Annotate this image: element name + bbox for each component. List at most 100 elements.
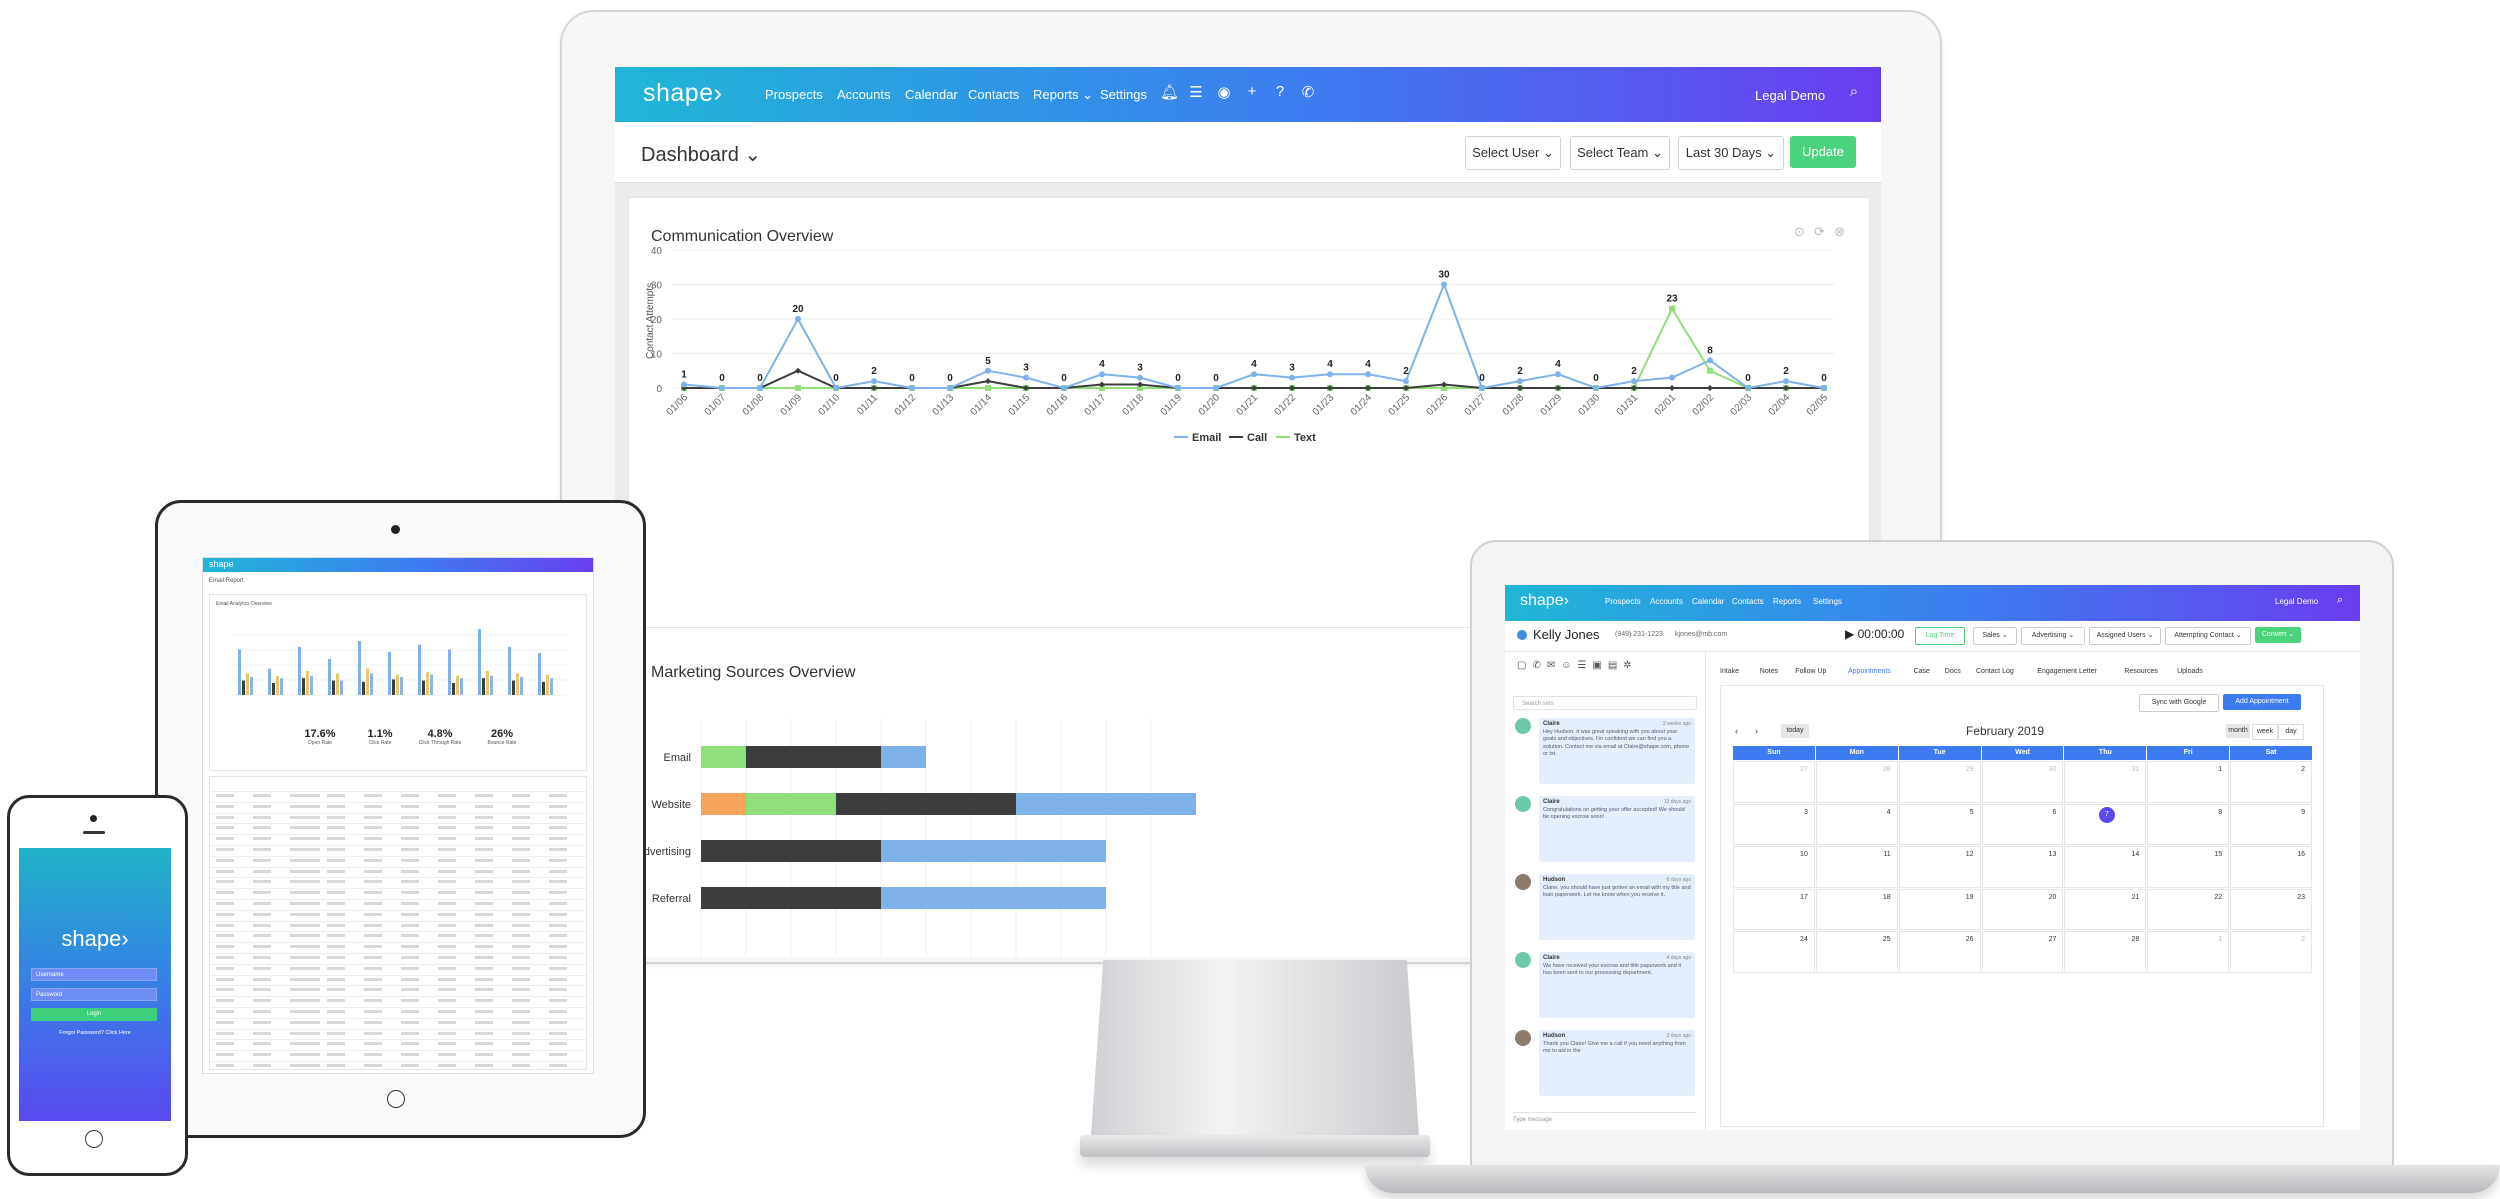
- convert-button[interactable]: Convert ⌄: [2255, 627, 2301, 643]
- next-month-icon[interactable]: ›: [1755, 726, 1758, 736]
- forgot-password-link[interactable]: Forgot Password? Click Here: [19, 1030, 171, 1036]
- calendar-day-cell[interactable]: 31: [2064, 761, 2146, 803]
- nav-contacts[interactable]: Contacts: [968, 87, 1019, 102]
- username-field[interactable]: Username: [31, 968, 157, 981]
- calendar-day-cell[interactable]: 25: [1816, 931, 1898, 973]
- table-row[interactable]: [210, 856, 586, 857]
- tab-intake[interactable]: Intake: [1720, 668, 1739, 675]
- assigned-users-dropdown[interactable]: Assigned Users ⌄: [2089, 627, 2161, 645]
- calendar-day-cell[interactable]: 19: [1899, 889, 1981, 931]
- table-row[interactable]: [210, 813, 586, 814]
- laptop-account-name[interactable]: Legal Demo: [2275, 597, 2318, 606]
- calendar-day-cell[interactable]: 20: [1982, 889, 2064, 931]
- brand-logo[interactable]: shape›: [643, 79, 722, 108]
- tab-notes[interactable]: Notes: [1760, 668, 1778, 675]
- source-dropdown[interactable]: Advertising ⌄: [2021, 627, 2085, 645]
- calendar-day-cell[interactable]: 17: [1733, 889, 1815, 931]
- table-row[interactable]: [210, 802, 586, 803]
- view-month-button[interactable]: month: [2226, 724, 2250, 738]
- calendar-day-cell[interactable]: 13: [1982, 846, 2064, 888]
- tablet-logo[interactable]: shape: [209, 559, 234, 569]
- calendar-day-cell[interactable]: 2: [2230, 931, 2312, 973]
- nav-calendar[interactable]: Calendar: [905, 87, 958, 102]
- calendar-day-cell[interactable]: 10: [1733, 846, 1815, 888]
- view-day-button[interactable]: day: [2278, 724, 2304, 740]
- calendar-day-cell[interactable]: 29: [1899, 761, 1981, 803]
- calendar-day-cell[interactable]: 28: [1816, 761, 1898, 803]
- laptop-nav-calendar[interactable]: Calendar: [1692, 597, 1724, 606]
- table-row[interactable]: [210, 845, 586, 846]
- select-user-dropdown[interactable]: Select User ⌄: [1465, 136, 1561, 170]
- calendar-day-cell[interactable]: 1: [2147, 931, 2229, 973]
- log-time-button[interactable]: Log Time: [1915, 627, 1965, 645]
- table-row[interactable]: [210, 1050, 586, 1051]
- contact-phone[interactable]: (949) 231-1223: [1615, 631, 1663, 638]
- today-button[interactable]: today: [1781, 724, 1809, 738]
- tablet-home-button[interactable]: [387, 1090, 405, 1108]
- table-row[interactable]: [210, 1039, 586, 1040]
- calendar-day-cell[interactable]: 6: [1982, 804, 2064, 846]
- calendar-day-cell[interactable]: 8: [2147, 804, 2229, 846]
- table-row[interactable]: [210, 899, 586, 900]
- tab-case[interactable]: Case: [1914, 668, 1930, 675]
- laptop-nav-accounts[interactable]: Accounts: [1650, 597, 1683, 606]
- calendar-day-cell[interactable]: 2: [2230, 761, 2312, 803]
- message-bubble[interactable]: Claire13 days agoCongratulations on gett…: [1539, 796, 1695, 862]
- tab-contact-log[interactable]: Contact Log: [1976, 668, 2014, 675]
- password-field[interactable]: Password: [31, 988, 157, 1001]
- calendar-day-cell[interactable]: 5: [1899, 804, 1981, 846]
- prev-month-icon[interactable]: ‹: [1735, 726, 1738, 736]
- view-week-button[interactable]: week: [2252, 724, 2278, 740]
- sms-search-input[interactable]: Search sms: [1513, 696, 1697, 710]
- table-row[interactable]: [210, 921, 586, 922]
- bell-icon[interactable]: 🔔︎: [1160, 83, 1178, 101]
- calendar-day-cell[interactable]: 28: [2064, 931, 2146, 973]
- channel-icons[interactable]: ▢✆✉☺☰▣▤✲: [1517, 660, 1638, 671]
- stage-dropdown[interactable]: Attempting Contact ⌄: [2165, 627, 2251, 645]
- calendar-day-cell[interactable]: 7: [2064, 804, 2146, 846]
- tab-uploads[interactable]: Uploads: [2177, 668, 2203, 675]
- table-row[interactable]: [210, 1018, 586, 1019]
- laptop-search-icon[interactable]: ⌕: [2337, 594, 2343, 607]
- table-row[interactable]: [210, 888, 586, 889]
- calendar-day-cell[interactable]: 21: [2064, 889, 2146, 931]
- calendar-day-cell[interactable]: 12: [1899, 846, 1981, 888]
- laptop-nav-settings[interactable]: Settings: [1813, 597, 1842, 606]
- tab-engagement-letter[interactable]: Engagement Letter: [2037, 668, 2097, 675]
- calendar-day-cell[interactable]: 18: [1816, 889, 1898, 931]
- calendar-day-cell[interactable]: 22: [2147, 889, 2229, 931]
- help-icon[interactable]: ?: [1271, 83, 1289, 100]
- checklist-icon[interactable]: ☰: [1187, 83, 1205, 101]
- table-row[interactable]: [210, 964, 586, 965]
- contact-email[interactable]: kjones@mb.com: [1675, 631, 1727, 638]
- message-bubble[interactable]: Hudson6 days agoClaire, you should have …: [1539, 874, 1695, 940]
- table-row[interactable]: [210, 791, 586, 792]
- update-button[interactable]: Update: [1790, 136, 1856, 168]
- calendar-day-cell[interactable]: 4: [1816, 804, 1898, 846]
- sales-dropdown[interactable]: Sales ⌄: [1973, 627, 2017, 645]
- table-row[interactable]: [210, 975, 586, 976]
- nav-accounts[interactable]: Accounts: [837, 87, 890, 102]
- table-row[interactable]: [210, 1007, 586, 1008]
- location-icon[interactable]: ◉: [1215, 83, 1233, 101]
- tab-docs[interactable]: Docs: [1945, 668, 1961, 675]
- calendar-day-cell[interactable]: 3: [1733, 804, 1815, 846]
- table-row[interactable]: [210, 1029, 586, 1030]
- phone-home-button[interactable]: [85, 1130, 103, 1148]
- message-bubble[interactable]: Hudson3 days agoThank you Claire! Give m…: [1539, 1030, 1695, 1096]
- table-row[interactable]: [210, 823, 586, 824]
- calendar-day-cell[interactable]: 15: [2147, 846, 2229, 888]
- plus-icon[interactable]: +: [1243, 83, 1261, 100]
- search-icon[interactable]: ⌕: [1845, 83, 1863, 100]
- table-row[interactable]: [210, 953, 586, 954]
- add-appointment-button[interactable]: Add Appointment: [2223, 694, 2301, 710]
- account-name[interactable]: Legal Demo: [1755, 88, 1825, 103]
- table-row[interactable]: [210, 942, 586, 943]
- sync-google-button[interactable]: Sync with Google: [2139, 694, 2219, 712]
- tab-appointments[interactable]: Appointments: [1848, 668, 1891, 675]
- calendar-day-cell[interactable]: 16: [2230, 846, 2312, 888]
- nav-settings[interactable]: Settings: [1100, 87, 1147, 102]
- tab-follow-up[interactable]: Follow Up: [1795, 668, 1826, 675]
- phone-icon[interactable]: ✆: [1299, 83, 1317, 101]
- calendar-day-cell[interactable]: 11: [1816, 846, 1898, 888]
